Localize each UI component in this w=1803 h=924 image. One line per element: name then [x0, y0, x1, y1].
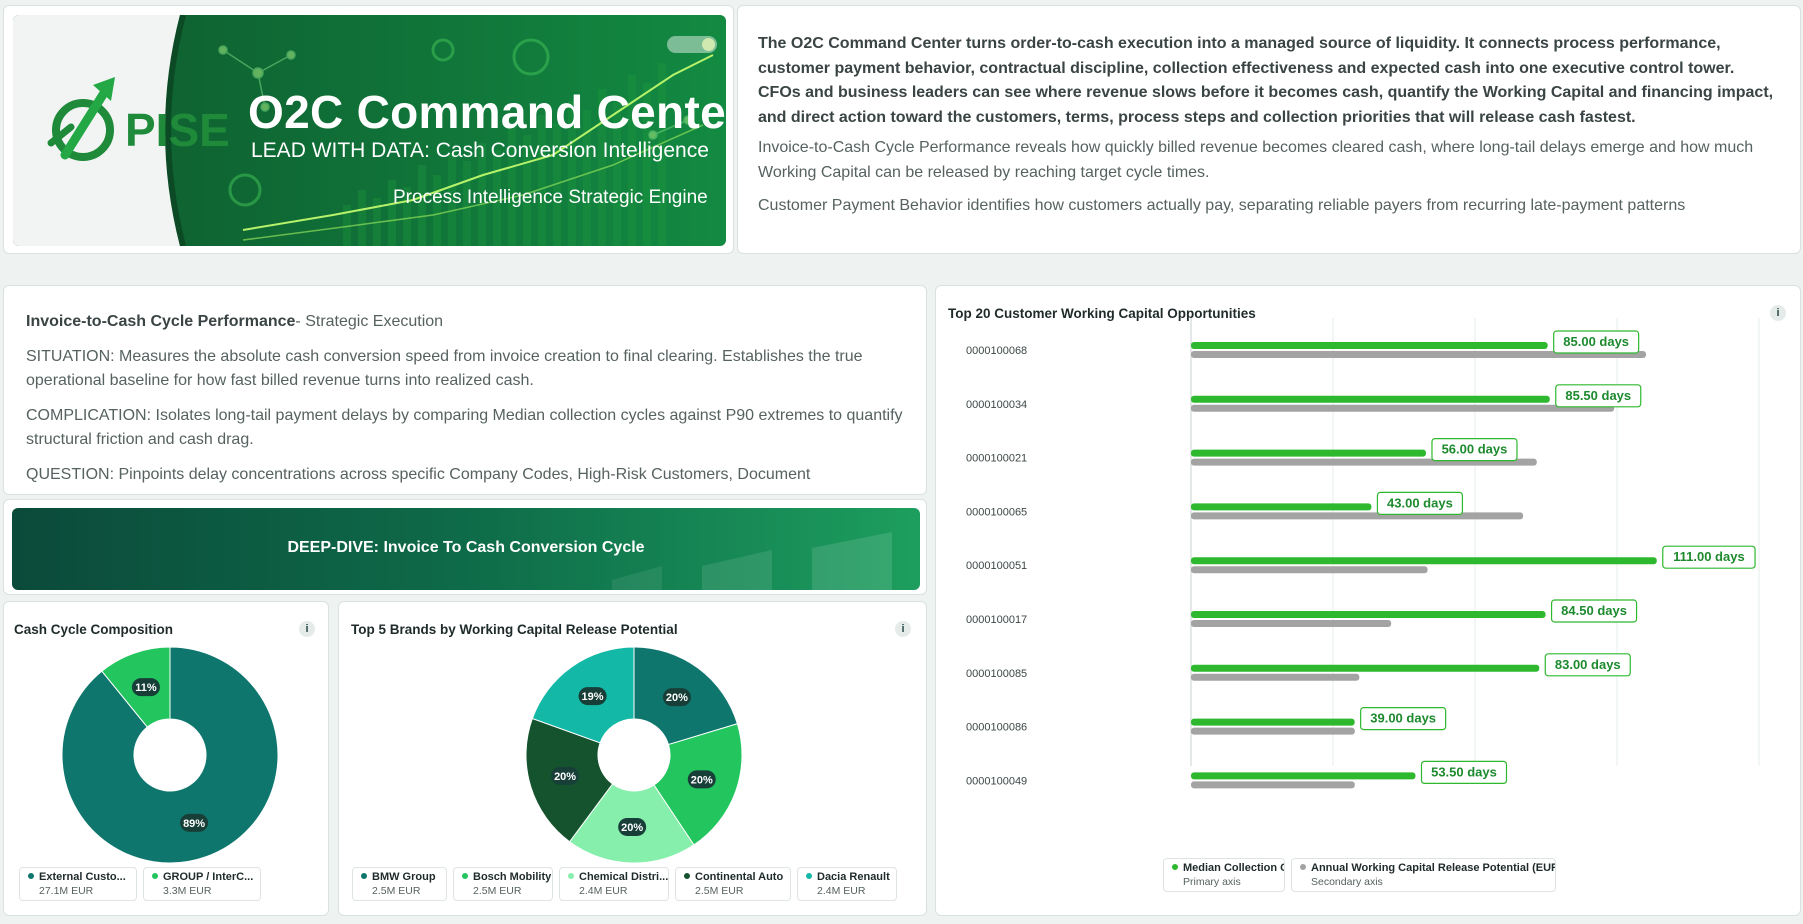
median-bar[interactable]: [1191, 718, 1355, 726]
narrative-heading-suffix: - Strategic Execution: [295, 313, 444, 330]
top20-legend-median[interactable]: Median Collection Cycle Primary axis: [1163, 858, 1285, 892]
category-label: 0000100049: [966, 775, 1027, 787]
narrative-question: QUESTION: Pinpoints delay concentrations…: [26, 466, 811, 483]
release-bar[interactable]: [1191, 781, 1355, 789]
bar-value-label: 84.50 days: [1561, 603, 1627, 618]
median-bar[interactable]: [1191, 342, 1548, 349]
category-label: 0000100021: [966, 453, 1027, 465]
brands-title: Top 5 Brands by Working Capital Release …: [351, 622, 678, 637]
release-bar[interactable]: [1191, 727, 1355, 735]
pise-logo-text: PISE: [125, 104, 230, 156]
legend-dot: [1172, 864, 1178, 870]
legend-dot: [28, 873, 34, 879]
narrative-card: Invoice-to-Cash Cycle Performance- Strat…: [3, 285, 927, 495]
brands-legend-chemical[interactable]: Chemical Distri... 2.4M EUR: [559, 867, 669, 901]
cash-cycle-legend-group[interactable]: GROUP / InterC... 3.3M EUR: [143, 867, 261, 901]
brands-card: Top 5 Brands by Working Capital Release …: [338, 601, 927, 916]
slice-percent-label: 11%: [135, 682, 157, 694]
deep-dive-button[interactable]: DEEP-DIVE: Invoice To Cash Conversion Cy…: [12, 508, 920, 590]
brands-legend-dacia[interactable]: Dacia Renault 2.4M EUR: [797, 867, 897, 901]
brands-legend-continental[interactable]: Continental Auto 2.5M EUR: [675, 867, 791, 901]
banner-engine-text: Process Intelligence Strategic Engine: [393, 187, 708, 208]
intro-paragraph-2: Customer Payment Behavior identifies how…: [758, 197, 1686, 214]
narrative-situation: SITUATION: Measures the absolute cash co…: [26, 348, 863, 389]
narrative-heading-title: Invoice-to-Cash Cycle Performance: [26, 313, 296, 330]
brands-legend-bmw[interactable]: BMW Group 2.5M EUR: [352, 867, 447, 901]
slice-percent-label: 19%: [582, 691, 604, 703]
legend-dot: [1300, 864, 1306, 870]
legend-dot: [361, 873, 367, 879]
brands-info-icon[interactable]: i: [895, 621, 911, 637]
cash-cycle-info-icon[interactable]: i: [299, 621, 315, 637]
banner-toggle[interactable]: [667, 36, 717, 53]
median-bar[interactable]: [1191, 449, 1426, 457]
cash-cycle-donut: 89% 11%: [61, 646, 279, 864]
bar-value-label: 53.50 days: [1431, 764, 1497, 779]
bar-value-label: 85.50 days: [1565, 388, 1631, 403]
intro-text-card: The O2C Command Center turns order-to-ca…: [737, 5, 1801, 254]
intro-lead: The O2C Command Center turns order-to-ca…: [758, 35, 1774, 126]
banner-subtitle: LEAD WITH DATA: Cash Conversion Intellig…: [251, 139, 709, 162]
hero-banner: PISE O2C Command Center LEAD WITH DATA: …: [13, 15, 726, 246]
slice-percent-label: 20%: [691, 774, 713, 786]
slice-percent-label: 20%: [621, 822, 643, 834]
narrative-heading: Invoice-to-Cash Cycle Performance- Strat…: [26, 310, 904, 334]
median-bar[interactable]: [1191, 557, 1657, 565]
bar-value-label: 43.00 days: [1387, 495, 1453, 510]
median-bar[interactable]: [1191, 611, 1546, 618]
cash-cycle-card: Cash Cycle Composition i 89% 11% External…: [3, 601, 329, 916]
deep-dive-card: DEEP-DIVE: Invoice To Cash Conversion Cy…: [3, 499, 927, 595]
cash-cycle-legend-external[interactable]: External Custo... 27.1M EUR: [19, 867, 137, 901]
bar-value-label: 111.00 days: [1673, 549, 1745, 564]
category-label: 0000100034: [966, 399, 1027, 411]
brands-legend-bosch[interactable]: Bosch Mobility 2.5M EUR: [453, 867, 553, 901]
release-bar[interactable]: [1191, 566, 1428, 574]
brands-donut: 20% 20% 20% 20% 19%: [525, 646, 743, 864]
top20-card: Top 20 Customer Working Capital Opportun…: [935, 285, 1801, 916]
release-bar[interactable]: [1191, 512, 1524, 520]
legend-dot: [806, 873, 812, 879]
median-bar[interactable]: [1191, 503, 1372, 511]
bar-value-label: 85.00 days: [1563, 334, 1629, 349]
slice-percent-label: 20%: [666, 692, 688, 704]
cash-cycle-title: Cash Cycle Composition: [14, 622, 174, 637]
top20-bar-chart: 0000100068 85.00 days 0000100034 85.50 days…: [966, 318, 1760, 789]
category-label: 0000100065: [966, 506, 1027, 518]
legend-dot: [462, 873, 468, 879]
legend-dot: [152, 873, 158, 879]
top20-legend-release[interactable]: Annual Working Capital Release Potential…: [1291, 858, 1556, 892]
slice-percent-label: 89%: [183, 818, 205, 830]
intro-paragraph-1: Invoice-to-Cash Cycle Performance reveal…: [758, 139, 1754, 181]
category-label: 0000100051: [966, 560, 1027, 572]
slice-percent-label: 20%: [554, 771, 576, 783]
deep-dive-label: DEEP-DIVE: Invoice To Cash Conversion Cy…: [287, 539, 645, 556]
legend-dot: [684, 873, 690, 879]
banner-title: O2C Command Center: [248, 86, 726, 138]
release-bar[interactable]: [1191, 404, 1615, 412]
narrative-complication: COMPLICATION: Isolates long-tail payment…: [26, 407, 903, 448]
bar-value-label: 56.00 days: [1442, 442, 1508, 457]
median-bar[interactable]: [1191, 664, 1540, 672]
median-bar[interactable]: [1191, 395, 1550, 403]
legend-dot: [568, 873, 574, 879]
category-label: 0000100017: [966, 614, 1027, 626]
banner-card: PISE O2C Command Center LEAD WITH DATA: …: [3, 5, 734, 254]
median-bar[interactable]: [1191, 772, 1416, 780]
release-bar[interactable]: [1191, 673, 1360, 681]
category-label: 0000100068: [966, 345, 1027, 357]
category-label: 0000100085: [966, 668, 1027, 680]
category-label: 0000100086: [966, 722, 1027, 734]
bar-value-label: 39.00 days: [1370, 711, 1436, 726]
bar-value-label: 83.00 days: [1555, 657, 1621, 672]
release-bar[interactable]: [1191, 620, 1392, 627]
